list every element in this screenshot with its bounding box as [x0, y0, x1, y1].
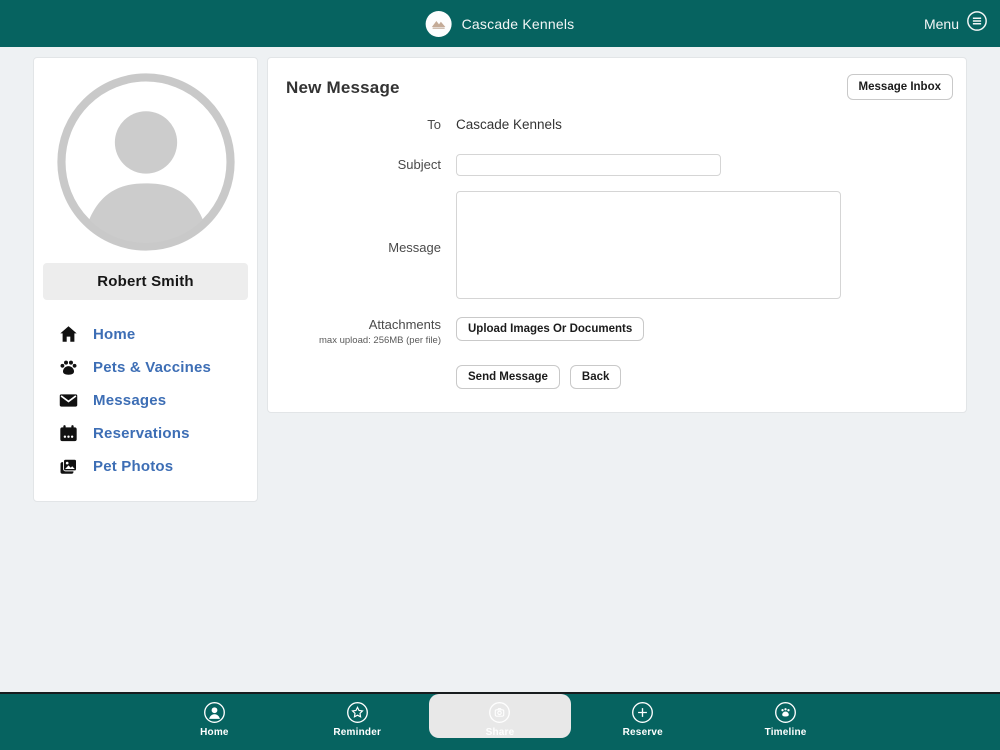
app-header: Cascade Kennels Menu	[0, 0, 1000, 47]
plus-circle-icon	[631, 701, 654, 724]
menu-label: Menu	[923, 15, 959, 32]
back-button[interactable]: Back	[569, 365, 622, 389]
bottom-nav-share[interactable]: Share	[428, 694, 572, 738]
upload-button[interactable]: Upload Images Or Documents	[456, 317, 645, 341]
brand-logo-icon	[425, 10, 452, 37]
brand-name: Cascade Kennels	[461, 15, 575, 32]
sidebar-item-label: Reservations	[93, 425, 190, 442]
bottom-nav-label: Reminder	[333, 727, 382, 738]
message-label: Message	[388, 239, 441, 255]
bottom-nav-reserve[interactable]: Reserve	[571, 694, 714, 738]
send-message-button[interactable]: Send Message	[456, 365, 560, 389]
subject-input[interactable]	[456, 154, 721, 176]
person-circle-icon	[203, 701, 226, 724]
subject-label: Subject	[397, 157, 441, 172]
new-message-panel: New Message Message Inbox To Cascade Ken…	[267, 57, 967, 413]
calendar-icon	[59, 424, 78, 443]
paw-icon	[59, 358, 78, 377]
page-title: New Message	[286, 78, 400, 97]
home-icon	[59, 325, 78, 344]
bottom-nav-label: Home	[200, 727, 229, 738]
sidebar-item-reservations[interactable]: Reservations	[34, 417, 257, 450]
sidebar-item-label: Pet Photos	[93, 458, 174, 475]
sidebar-item-label: Pets & Vaccines	[93, 359, 212, 376]
attachments-hint: max upload: 256MB (per file)	[319, 335, 441, 346]
user-name: Robert Smith	[43, 263, 248, 300]
to-value: Cascade Kennels	[456, 117, 562, 132]
bottom-nav-timeline[interactable]: Timeline	[714, 694, 857, 738]
bottom-nav-home[interactable]: Home	[143, 694, 286, 738]
sidebar: Robert Smith Home Pets & Vaccines Messag…	[33, 57, 258, 502]
envelope-icon	[59, 391, 78, 410]
bottom-nav-reminder[interactable]: Reminder	[286, 694, 429, 738]
paw-circle-icon	[774, 701, 797, 724]
star-circle-icon	[346, 701, 369, 724]
sidebar-item-pets-vaccines[interactable]: Pets & Vaccines	[34, 351, 257, 384]
camera-circle-icon	[488, 701, 511, 724]
sidebar-nav: Home Pets & Vaccines Messages Reservatio…	[34, 318, 257, 483]
to-label: To	[427, 117, 441, 132]
sidebar-item-label: Home	[93, 326, 136, 343]
bottom-nav-label: Reserve	[622, 727, 663, 738]
bottom-nav-label: Share	[485, 727, 515, 738]
attachments-label: Attachments	[368, 317, 441, 332]
sidebar-item-home[interactable]: Home	[34, 318, 257, 351]
brand: Cascade Kennels	[425, 0, 575, 47]
sidebar-item-pet-photos[interactable]: Pet Photos	[34, 450, 257, 483]
avatar	[56, 73, 235, 251]
bottom-nav: Home Reminder Share Reserve Timeline	[0, 692, 1000, 750]
hamburger-icon	[966, 10, 988, 37]
sidebar-item-messages[interactable]: Messages	[34, 384, 257, 417]
message-inbox-button[interactable]: Message Inbox	[846, 74, 953, 100]
sidebar-item-label: Messages	[93, 392, 167, 409]
photos-icon	[59, 457, 78, 476]
bottom-nav-label: Timeline	[764, 727, 807, 738]
menu-button[interactable]: Menu	[924, 0, 988, 47]
message-textarea[interactable]	[456, 191, 841, 299]
new-message-form: To Cascade Kennels Subject Message Attac…	[268, 116, 966, 403]
